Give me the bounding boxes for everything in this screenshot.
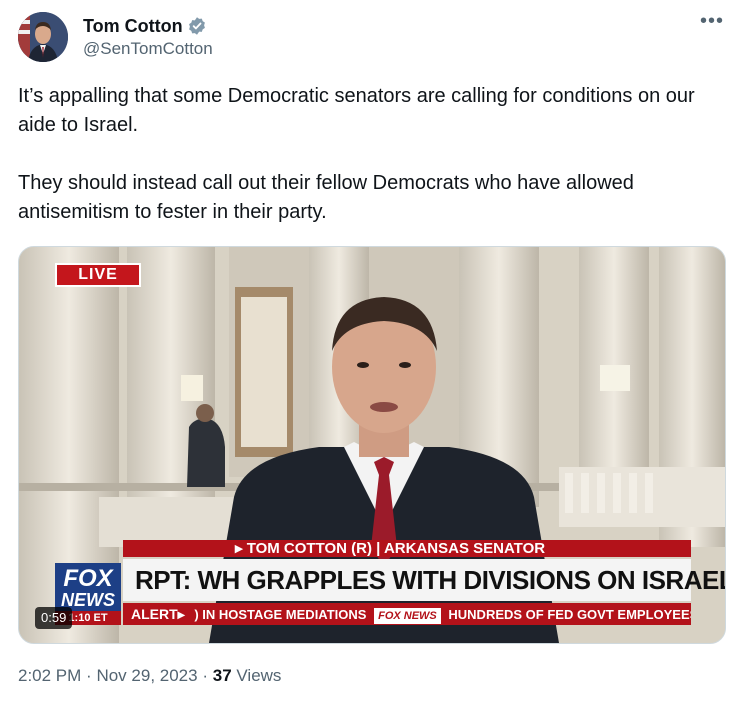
avatar[interactable]: [18, 12, 68, 62]
handle[interactable]: @SenTomCotton: [83, 39, 213, 59]
tweet-meta: 2:02 PM · Nov 29, 2023 · 37 Views: [18, 666, 281, 686]
video-player[interactable]: LIVE ▸ TOM COTTON (R) | ARKANSAS SENATOR…: [18, 246, 726, 644]
display-name[interactable]: Tom Cotton: [83, 16, 183, 37]
ticker-brand: FOX NEWS: [374, 607, 441, 624]
tweet-header: Tom Cotton @SenTomCotton •••: [18, 11, 727, 64]
chyron-headline: RPT: WH GRAPPLES WITH DIVISIONS ON ISRAE…: [123, 559, 725, 601]
tweet-paragraph-2: They should instead call out their fello…: [18, 172, 634, 223]
tweet-time[interactable]: 2:02 PM: [18, 666, 81, 685]
author-names: Tom Cotton @SenTomCotton: [83, 14, 213, 59]
chyron-name-bar: ▸ TOM COTTON (R) | ARKANSAS SENATOR: [123, 540, 691, 557]
logo-fox: FOX: [63, 565, 113, 592]
tweet: Tom Cotton @SenTomCotton ••• It’s appall…: [0, 0, 741, 704]
alert-label: ALERT▸: [123, 603, 191, 625]
views-label: Views: [236, 666, 282, 685]
more-horizontal-icon[interactable]: •••: [697, 11, 727, 38]
ticker-right: HUNDREDS OF FED GOVT EMPLOYEES: [448, 607, 691, 622]
live-badge: LIVE: [55, 263, 141, 287]
tweet-paragraph-1: It’s appalling that some Democratic sena…: [18, 85, 695, 136]
video-duration: 0:59: [35, 607, 73, 629]
tweet-date[interactable]: Nov 29, 2023: [96, 666, 197, 685]
meta-separator: ·: [86, 666, 92, 685]
views-count: 37: [212, 666, 232, 685]
chyron-ticker: ALERT▸ ) IN HOSTAGE MEDIATIONS FOX NEWS …: [123, 603, 691, 625]
tweet-text: It’s appalling that some Democratic sena…: [18, 82, 718, 256]
verified-badge-icon[interactable]: [187, 16, 207, 36]
ticker-left: ) IN HOSTAGE MEDIATIONS: [194, 607, 367, 622]
meta-separator: ·: [202, 666, 208, 685]
